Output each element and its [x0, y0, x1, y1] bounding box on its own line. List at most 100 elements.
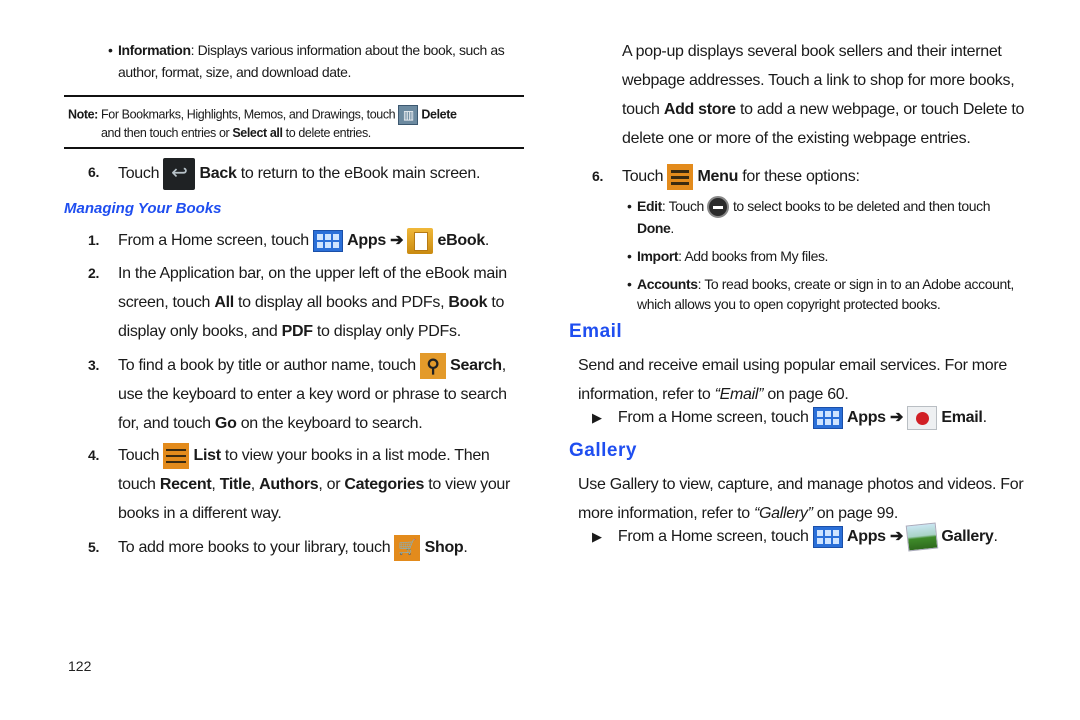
step-bold: Shop — [424, 539, 464, 556]
step-bold: eBook — [437, 232, 486, 249]
gallery-step: ▶ From a Home screen, touch Apps ➔ Galle… — [592, 522, 998, 552]
term: Information — [118, 42, 191, 58]
step-text: to view your books in a list mode. Then — [224, 447, 490, 464]
gallery-page-link[interactable]: “Gallery” — [754, 505, 813, 522]
info-bullet: • Information: Displays various informat… — [108, 40, 505, 82]
arrow-icon: ➔ — [390, 232, 404, 249]
bullet-accounts: • Accounts: To read books, create or sig… — [627, 274, 1015, 314]
step-text: From a Home screen, touch — [617, 528, 809, 545]
arrow-icon: ➔ — [889, 409, 904, 426]
step-text: Touch — [622, 168, 664, 185]
step-text: to return to the eBook main screen. — [240, 165, 481, 183]
para-text: on page 60. — [767, 386, 849, 403]
punct: , — [211, 476, 216, 493]
step-text: Touch — [118, 165, 160, 183]
step-number: 6. — [592, 168, 604, 184]
note-box: Note: For Bookmarks, Highlights, Memos, … — [68, 105, 528, 142]
step-text: From a Home screen, touch — [118, 232, 309, 249]
back-icon: ↩ — [163, 158, 196, 190]
gallery-paragraph: Use Gallery to view, capture, and manage… — [578, 470, 1024, 528]
note-text: to delete entries. — [285, 126, 372, 140]
step-text: books in a different way. — [118, 505, 282, 522]
step-bold: Title — [219, 476, 251, 493]
ebook-icon — [407, 227, 434, 254]
step-bold: Recent — [159, 476, 212, 493]
text: : Touch — [661, 198, 704, 214]
para-text: to add a new webpage, or touch Delete to — [739, 101, 1025, 118]
step-text: In the Application bar, on the upper lef… — [118, 265, 507, 282]
step-text: to — [491, 294, 505, 311]
punct: . — [982, 409, 987, 426]
email-paragraph: Send and receive email using popular ema… — [578, 351, 1007, 409]
step-text: display only books, and — [118, 323, 278, 340]
note-text: and then touch entries or — [101, 126, 230, 140]
para-bold: Add store — [663, 101, 736, 118]
apps-icon — [312, 229, 343, 252]
bullet-dot: • — [627, 276, 632, 292]
email-step: ▶ From a Home screen, touch Apps ➔ Email… — [592, 403, 987, 432]
punct: . — [463, 539, 468, 556]
text: : Add books from My files. — [678, 248, 829, 264]
triangle-bullet-icon: ▶ — [592, 529, 602, 544]
step-bold: Authors — [259, 476, 319, 493]
note-text: For Bookmarks, Highlights, Memos, and Dr… — [101, 107, 396, 122]
step-text: for, and touch — [118, 415, 211, 432]
step-3: 3. To find a book by title or author nam… — [88, 351, 507, 438]
note-rule-bottom — [64, 147, 524, 149]
step-bold: Book — [448, 294, 488, 311]
step-5: 5. To add more books to your library, to… — [88, 533, 468, 562]
section-heading-managing-books: Managing Your Books — [64, 200, 222, 217]
para-line: Send and receive email using popular ema… — [578, 357, 1008, 374]
step-number: 4. — [88, 447, 100, 463]
step-text: To add more books to your library, touch — [118, 539, 391, 556]
step-number: 3. — [88, 357, 100, 373]
step-2: 2. In the Application bar, on the upper … — [88, 259, 507, 346]
apps-icon — [812, 406, 843, 429]
term: Accounts — [637, 276, 698, 292]
text: to select books to be deleted and then t… — [732, 198, 991, 214]
remove-circle-icon — [707, 196, 730, 219]
page-number: 122 — [68, 658, 92, 674]
punct: , — [250, 476, 255, 493]
para-line: webpage addresses. Touch a link to shop … — [622, 72, 1015, 89]
bullet-edit: • Edit: Touch to select books to be dele… — [627, 196, 1037, 238]
text: which allows you to open copyright prote… — [637, 296, 941, 312]
step-number: 1. — [88, 232, 100, 248]
step-text: to display only PDFs. — [316, 323, 461, 340]
punct: . — [670, 220, 674, 237]
text: : To read books, create or sign in to an… — [697, 276, 1015, 292]
step-bold: Categories — [344, 476, 425, 493]
step-number: 5. — [88, 539, 100, 555]
step-bold: Gallery — [941, 528, 994, 545]
step-bold: Go — [214, 415, 237, 432]
para-line: delete one or more of the existing webpa… — [622, 130, 971, 147]
search-icon: ⚲ — [419, 352, 446, 379]
step-text: touch — [118, 476, 156, 493]
term: Edit — [637, 198, 662, 214]
para-text: touch — [622, 101, 660, 118]
step-text: to display all books and PDFs, — [238, 294, 445, 311]
step-bold: Menu — [697, 168, 739, 185]
step-text: to view your — [428, 476, 511, 493]
list-icon — [163, 442, 190, 469]
step-bold: Apps — [846, 528, 886, 545]
step-1: 1. From a Home screen, touch Apps ➔ eBoo… — [88, 226, 489, 255]
step-bold: All — [214, 294, 234, 311]
step-text: use the keyboard to enter a key word or … — [118, 386, 507, 403]
para-text: more information, refer to — [578, 505, 750, 522]
step-6-menu: 6. Touch Menu for these options: — [592, 162, 860, 191]
email-page-link[interactable]: “Email” — [715, 386, 764, 403]
section-heading-gallery: Gallery — [569, 440, 637, 461]
step-text: Touch — [118, 447, 160, 464]
step-bold: Apps — [347, 232, 386, 249]
punct: . — [484, 232, 490, 249]
term: Done — [637, 220, 671, 237]
note-delete: Delete — [421, 107, 457, 122]
note-label: Note: — [68, 107, 98, 122]
text: : Displays various information about the… — [190, 42, 505, 58]
step-bold: Search — [450, 357, 502, 374]
note-select-all: Select all — [232, 126, 283, 140]
email-app-icon — [907, 405, 938, 430]
shop-cart-icon: 🛒 — [394, 534, 421, 561]
delete-icon: ▥ — [398, 105, 419, 125]
